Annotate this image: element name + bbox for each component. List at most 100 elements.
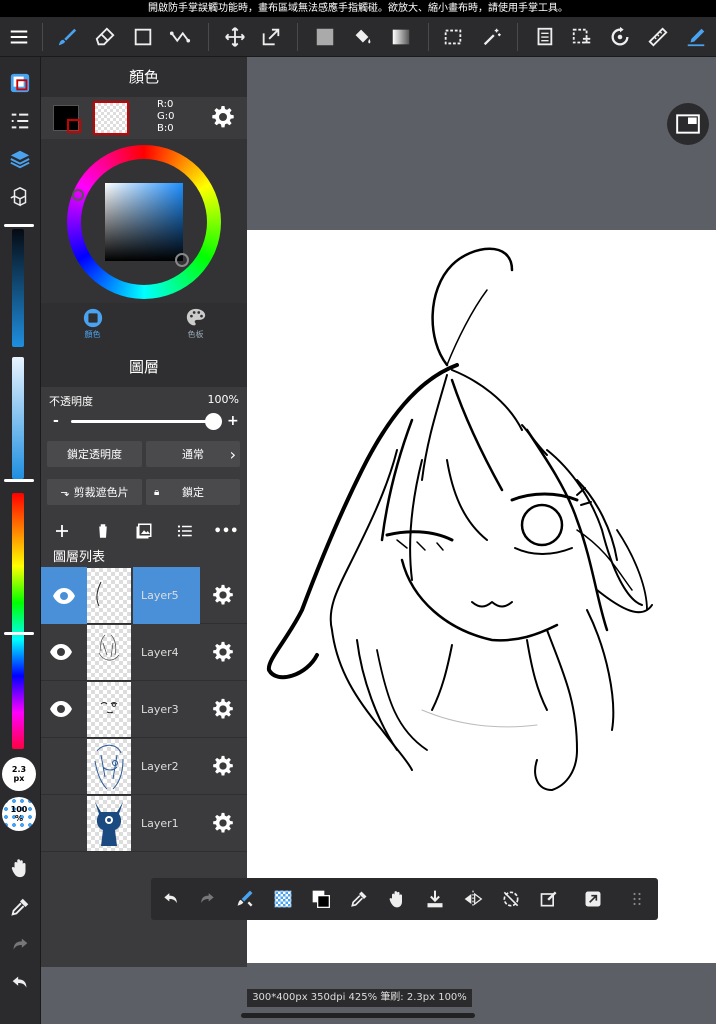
magic-wand-icon[interactable]	[477, 21, 507, 53]
opacity-increase-button[interactable]: +	[227, 413, 239, 429]
visibility-eye-icon[interactable]	[45, 695, 77, 723]
color-settings-gear-icon[interactable]	[211, 105, 237, 131]
layer-settings-gear-icon[interactable]	[209, 809, 237, 837]
brightness-slider-thumb[interactable]	[4, 224, 34, 227]
lock-alpha-button[interactable]: 鎖定透明度	[47, 441, 142, 467]
brush-size-indicator[interactable]: 2.3 px	[2, 757, 36, 791]
sv-picker-handle[interactable]	[175, 253, 189, 267]
toolbar-divider	[208, 23, 209, 51]
saturation-slider-thumb[interactable]	[4, 479, 34, 482]
lock-icon: 🔒︎	[154, 486, 160, 498]
pen-settings-icon[interactable]	[681, 21, 711, 53]
move-tool-icon[interactable]	[220, 21, 250, 53]
lock-label: 鎖定	[182, 486, 204, 499]
eyedropper-icon[interactable]	[343, 883, 375, 915]
bucket-tool-icon[interactable]	[347, 21, 377, 53]
color-panel-toggle-icon[interactable]	[4, 67, 36, 99]
home-indicator[interactable]	[241, 1013, 475, 1018]
curve-tool-icon[interactable]	[165, 21, 195, 53]
clear-layer-icon[interactable]	[533, 883, 565, 915]
lock-button[interactable]: 🔒︎ 鎖定	[146, 479, 240, 505]
layer-name: Layer2	[141, 760, 179, 773]
brightness-slider[interactable]	[12, 229, 24, 347]
drawing-canvas[interactable]	[247, 230, 716, 963]
tab-palette-label: 色板	[187, 330, 204, 339]
delete-layer-icon[interactable]	[88, 517, 118, 545]
undo-icon[interactable]	[4, 967, 36, 999]
tab-color[interactable]: 顏色	[41, 307, 144, 347]
brush-list-icon[interactable]	[4, 105, 36, 137]
canvas-area[interactable]	[247, 57, 716, 967]
hand-tool-icon[interactable]	[4, 852, 36, 884]
opacity-slider-track[interactable]	[71, 413, 222, 430]
shape-tool-icon[interactable]	[128, 21, 158, 53]
ruler-icon[interactable]	[643, 21, 673, 53]
top-toolbar	[0, 17, 716, 57]
drag-handle-icon[interactable]	[621, 883, 653, 915]
eraser-tool-icon[interactable]	[90, 21, 120, 53]
visibility-eye-icon[interactable]	[45, 638, 77, 666]
layer-settings-gear-icon[interactable]	[209, 752, 237, 780]
selection-tool-icon[interactable]	[438, 21, 468, 53]
undo-icon[interactable]	[155, 883, 187, 915]
opacity-slider-thumb[interactable]	[205, 413, 222, 430]
add-layer-icon[interactable]	[47, 517, 77, 545]
brush-size-unit: px	[13, 774, 25, 783]
reset-rotation-icon[interactable]	[495, 883, 527, 915]
fill-color-icon[interactable]	[310, 21, 340, 53]
tab-palette[interactable]: 色板	[144, 307, 247, 347]
layer-thumbnail	[87, 682, 131, 737]
window-mode-icon[interactable]	[667, 103, 709, 145]
layer-image-icon[interactable]	[129, 517, 159, 545]
saturation-value-square[interactable]	[105, 183, 183, 261]
layer-row-layer4[interactable]: Layer4	[41, 624, 247, 681]
brush-opacity-indicator[interactable]: 100 %	[2, 797, 36, 831]
brush-eraser-toggle-icon[interactable]	[229, 883, 261, 915]
save-download-icon[interactable]	[419, 883, 451, 915]
transform-tool-icon[interactable]	[256, 21, 286, 53]
layers-icon[interactable]	[4, 143, 36, 175]
layer-settings-gear-icon[interactable]	[209, 695, 237, 723]
layer-row-layer2[interactable]: Layer2	[41, 738, 247, 795]
secondary-color-marker	[67, 119, 81, 133]
tab-color-label: 顏色	[84, 330, 101, 339]
select-layer-icon[interactable]	[567, 21, 597, 53]
blend-mode-button[interactable]: 通常 ›	[146, 441, 240, 467]
hue-slider-thumb[interactable]	[4, 632, 34, 635]
layer-material-icon[interactable]	[529, 21, 559, 53]
swap-colors-icon[interactable]	[305, 883, 337, 915]
layer-list-title: 圖層列表	[53, 550, 106, 565]
eyedropper-icon[interactable]	[4, 891, 36, 923]
clipping-button[interactable]: ⬎ 剪裁遮色片	[47, 479, 142, 505]
redo-icon[interactable]	[4, 929, 36, 961]
layer-row-layer1[interactable]: Layer1	[41, 795, 247, 852]
transparency-icon[interactable]	[267, 883, 299, 915]
layer-more-icon[interactable]: •••	[211, 517, 241, 545]
hand-tool-icon[interactable]	[381, 883, 413, 915]
redo-icon[interactable]	[191, 883, 223, 915]
opacity-decrease-button[interactable]: -	[53, 413, 59, 429]
material-icon[interactable]	[4, 181, 36, 213]
visibility-eye-icon[interactable]	[41, 567, 87, 624]
layer-settings-gear-icon[interactable]	[209, 638, 237, 666]
layer-name: Layer1	[141, 817, 179, 830]
fit-canvas-icon[interactable]	[577, 883, 609, 915]
hue-picker-handle[interactable]	[72, 189, 84, 201]
quick-access-bar	[151, 878, 658, 920]
layer-opacity-row: 不透明度 100% - +	[41, 391, 247, 437]
rotate-canvas-icon[interactable]	[605, 21, 635, 53]
layer-settings-gear-icon[interactable]	[209, 581, 237, 609]
hue-slider[interactable]	[12, 493, 24, 749]
brush-opacity-value: 100	[10, 805, 28, 814]
layer-toolbar: •••	[41, 513, 247, 547]
layer-row-layer3[interactable]: Layer3	[41, 681, 247, 738]
layer-row-layer5[interactable]: Layer5	[41, 567, 247, 624]
menu-icon[interactable]	[4, 21, 34, 53]
background-color-swatch[interactable]	[93, 101, 129, 135]
toolbar-divider	[42, 23, 43, 51]
flip-horizontal-icon[interactable]	[457, 883, 489, 915]
layer-list-icon[interactable]	[170, 517, 200, 545]
saturation-slider[interactable]	[12, 357, 24, 479]
gradient-tool-icon[interactable]	[386, 21, 416, 53]
brush-tool-icon[interactable]	[52, 21, 82, 53]
